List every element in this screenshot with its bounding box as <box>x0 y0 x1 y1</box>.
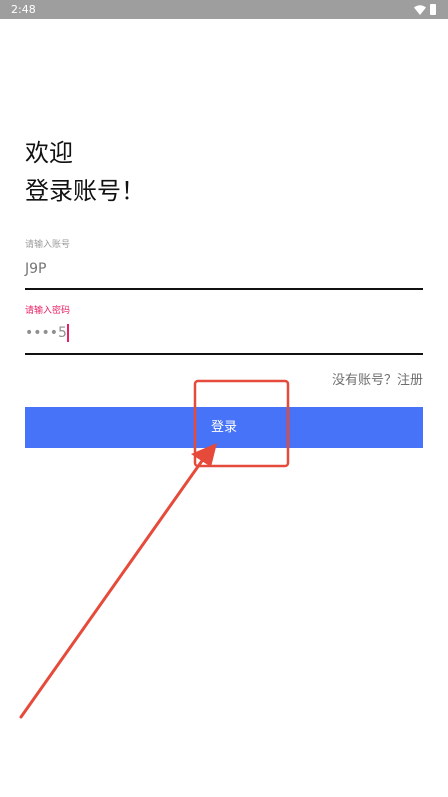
account-field[interactable]: 请输入账号 J9P <box>25 238 423 290</box>
wifi-icon <box>414 4 426 15</box>
password-input[interactable]: ••••5 <box>25 324 69 342</box>
account-label: 请输入账号 <box>25 240 71 250</box>
login-button[interactable]: 登录 <box>25 407 423 448</box>
login-subtitle: 登录账号！ <box>25 177 145 205</box>
password-field[interactable]: 请输入密码 ••••5 <box>25 304 423 355</box>
password-value: ••••5 <box>25 325 67 341</box>
welcome-title: 欢迎 <box>25 139 73 167</box>
password-label: 请输入密码 <box>25 306 71 316</box>
pointer-arrow-line <box>19 456 206 719</box>
status-icons <box>414 4 436 15</box>
battery-icon <box>430 4 436 15</box>
status-time: 2:48 <box>11 3 36 16</box>
status-bar: 2:48 <box>0 0 448 19</box>
annotation-overlay <box>19 379 290 719</box>
register-link[interactable]: 没有账号？注册 <box>332 372 423 390</box>
account-input[interactable]: J9P <box>25 260 46 278</box>
text-cursor <box>66 324 69 342</box>
